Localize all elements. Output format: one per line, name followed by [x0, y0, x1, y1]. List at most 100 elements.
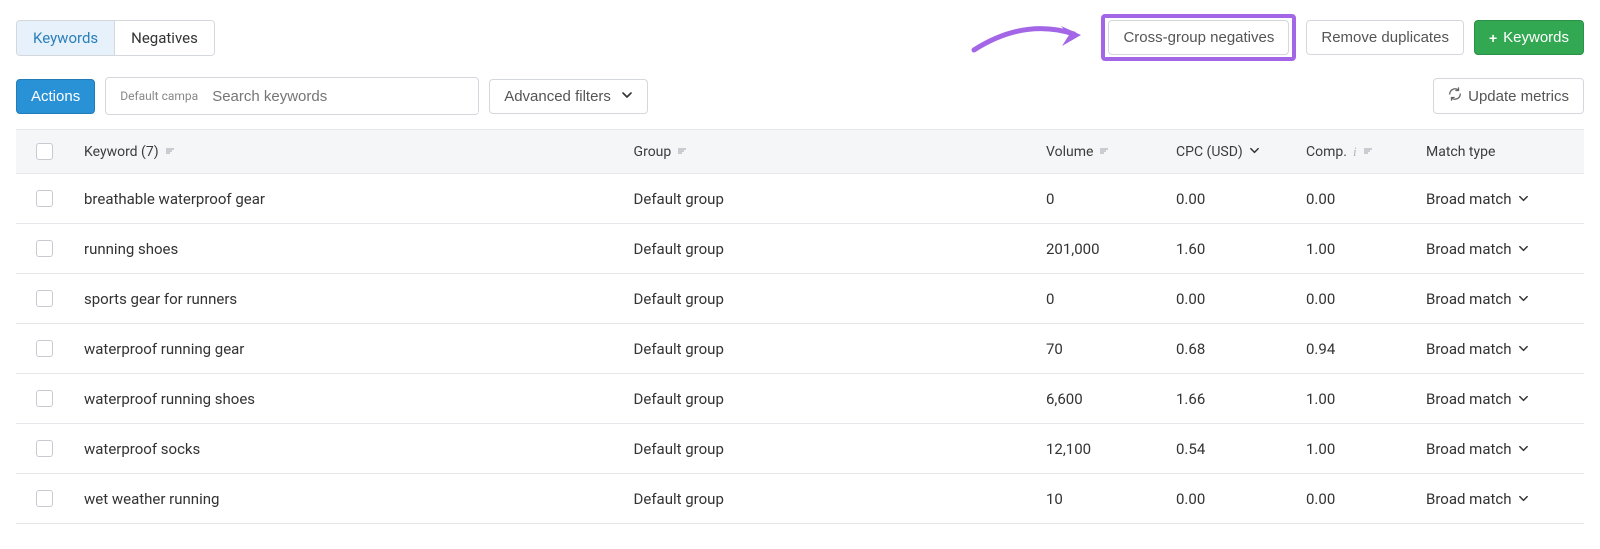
table-row: waterproof socksDefault group12,1000.541… [16, 424, 1584, 474]
chevron-down-icon [1518, 340, 1529, 358]
match-type-label: Broad match [1426, 490, 1512, 508]
select-all-checkbox[interactable] [36, 143, 53, 160]
match-type-select[interactable]: Broad match [1426, 340, 1529, 358]
table-row: waterproof running gear Default group 70 0.… [16, 324, 1584, 374]
tab-negatives[interactable]: Negatives [114, 21, 214, 55]
chevron-down-icon [621, 88, 633, 105]
comp-text: 0.94 [1306, 340, 1335, 358]
plus-icon: + [1489, 30, 1497, 46]
keyword-text: running shoes [84, 240, 178, 258]
keyword-text: breathable waterproof gear [84, 190, 265, 208]
sort-icon [165, 146, 175, 158]
cpc-text: 0.68 [1176, 340, 1205, 358]
cpc-text: 0.00 [1176, 290, 1205, 308]
row-checkbox[interactable] [36, 190, 53, 207]
match-type-select[interactable]: Broad match [1426, 440, 1529, 458]
cross-group-negatives-button[interactable]: Cross-group negatives [1108, 20, 1289, 55]
col-keyword[interactable]: Keyword (7) [72, 134, 622, 170]
cpc-text: 0.00 [1176, 490, 1205, 508]
match-type-label: Broad match [1426, 440, 1512, 458]
col-cpc[interactable]: CPC (USD) [1164, 134, 1294, 170]
comp-text: 1.00 [1306, 240, 1335, 258]
group-text: Default group [634, 290, 724, 308]
top-right-buttons: Cross-group negatives Remove duplicates … [1101, 14, 1584, 61]
col-comp-label: Comp. [1306, 144, 1347, 160]
chevron-down-icon [1518, 240, 1529, 258]
table-row: wet weather runningDefault group100.000.… [16, 474, 1584, 524]
col-cpc-label: CPC (USD) [1176, 144, 1243, 160]
group-text: Default group [634, 490, 724, 508]
match-type-label: Broad match [1426, 190, 1512, 208]
advanced-filters-label: Advanced filters [504, 88, 611, 105]
comp-text: 0.00 [1306, 190, 1335, 208]
cpc-text: 0.00 [1176, 190, 1205, 208]
chevron-down-icon [1518, 490, 1529, 508]
keyword-text: waterproof running shoes [84, 390, 255, 408]
row-checkbox[interactable] [36, 290, 53, 307]
row-checkbox[interactable] [36, 390, 53, 407]
add-keywords-label: Keywords [1503, 29, 1569, 46]
match-type-select[interactable]: Broad match [1426, 390, 1529, 408]
remove-duplicates-button[interactable]: Remove duplicates [1306, 20, 1464, 55]
volume-text: 70 [1046, 340, 1063, 358]
advanced-filters-button[interactable]: Advanced filters [489, 79, 648, 114]
actions-button[interactable]: Actions [16, 79, 95, 114]
cpc-text: 1.66 [1176, 390, 1205, 408]
volume-text: 0 [1046, 290, 1054, 308]
table-row: sports gear for runners Default group 0 0.0… [16, 274, 1584, 324]
annotation-arrow [969, 20, 1089, 64]
table-row: breathable waterproof gear Default group 0… [16, 174, 1584, 224]
chevron-down-icon [1518, 290, 1529, 308]
group-text: Default group [634, 390, 724, 408]
col-match[interactable]: Match type [1414, 134, 1584, 170]
keyword-text: waterproof socks [84, 440, 200, 458]
group-text: Default group [634, 190, 724, 208]
col-group-label: Group [634, 144, 672, 160]
sort-icon [1363, 146, 1373, 158]
row-checkbox[interactable] [36, 240, 53, 257]
table-row: waterproof running shoes Default group 6,6… [16, 374, 1584, 424]
match-type-select[interactable]: Broad match [1426, 490, 1529, 508]
match-type-select[interactable]: Broad match [1426, 190, 1529, 208]
keyword-text: waterproof running gear [84, 340, 244, 358]
update-metrics-button[interactable]: Update metrics [1433, 78, 1584, 114]
keywords-table: Keyword (7) Group Volume CPC (USD) Comp. [16, 129, 1584, 524]
row-checkbox[interactable] [36, 340, 53, 357]
tab-keywords[interactable]: Keywords [17, 21, 114, 55]
top-bar: Keywords Negatives Cross-group negatives… [16, 14, 1584, 61]
campaign-badge[interactable]: Default campa [116, 87, 202, 105]
match-type-select[interactable]: Broad match [1426, 240, 1529, 258]
chevron-down-icon [1518, 440, 1529, 458]
volume-text: 6,600 [1046, 390, 1083, 408]
highlight-cross-group: Cross-group negatives [1101, 14, 1296, 61]
col-comp[interactable]: Comp. i [1294, 134, 1414, 170]
col-match-label: Match type [1426, 144, 1495, 160]
toolbar: Actions Default campa Advanced filters U… [16, 77, 1584, 115]
sort-icon [677, 146, 687, 158]
row-checkbox[interactable] [36, 440, 53, 457]
keyword-text: sports gear for runners [84, 290, 237, 308]
group-text: Default group [634, 240, 724, 258]
match-type-label: Broad match [1426, 240, 1512, 258]
info-icon: i [1353, 144, 1357, 160]
chevron-down-icon [1249, 144, 1260, 160]
search-wrap: Default campa [105, 77, 479, 115]
volume-text: 10 [1046, 490, 1063, 508]
volume-text: 0 [1046, 190, 1054, 208]
match-type-select[interactable]: Broad match [1426, 290, 1529, 308]
table-row: running shoesDefault group201,0001.601.0… [16, 224, 1584, 274]
group-text: Default group [634, 440, 724, 458]
add-keywords-button[interactable]: + Keywords [1474, 20, 1584, 55]
comp-text: 1.00 [1306, 440, 1335, 458]
row-checkbox[interactable] [36, 490, 53, 507]
group-text: Default group [634, 340, 724, 358]
match-type-label: Broad match [1426, 290, 1512, 308]
col-volume[interactable]: Volume [1034, 134, 1164, 170]
match-type-label: Broad match [1426, 340, 1512, 358]
chevron-down-icon [1518, 390, 1529, 408]
cpc-text: 0.54 [1176, 440, 1205, 458]
update-metrics-label: Update metrics [1468, 88, 1569, 105]
table-header: Keyword (7) Group Volume CPC (USD) Comp. [16, 130, 1584, 174]
search-input[interactable] [208, 80, 478, 113]
col-group[interactable]: Group [622, 134, 1034, 170]
